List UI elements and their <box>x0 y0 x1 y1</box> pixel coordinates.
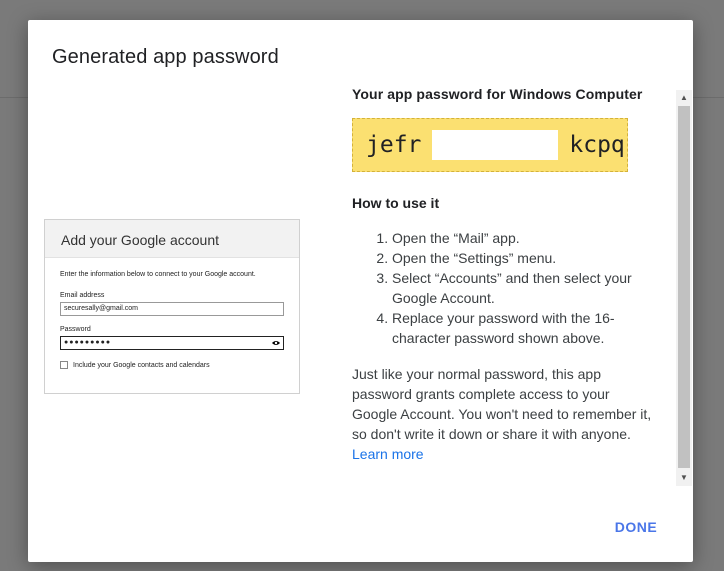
password-start: jefr <box>366 132 422 158</box>
howto-step: Replace your password with the 16-charac… <box>392 308 652 348</box>
preview-checkbox-label: Include your Google contacts and calenda… <box>73 361 210 369</box>
howto-step: Open the “Mail” app. <box>392 228 652 248</box>
app-password-box: jefr kcpq <box>352 118 628 172</box>
howto-step: Select “Accounts” and then select your G… <box>392 268 652 308</box>
security-note: Just like your normal password, this app… <box>352 366 652 442</box>
howto-step: Open the “Settings” menu. <box>392 248 652 268</box>
content-scrollbar[interactable]: ▲ ▼ <box>676 90 692 486</box>
howto-heading: How to use it <box>352 195 440 211</box>
scroll-up-arrow-icon[interactable]: ▲ <box>676 91 692 105</box>
done-button[interactable]: DONE <box>606 516 666 538</box>
preview-email-label: Email address <box>60 292 105 299</box>
preview-password-label: Password <box>60 326 91 333</box>
scrollbar-thumb[interactable] <box>678 106 690 468</box>
password-end: kcpq <box>569 132 625 158</box>
preview-email-value: securesally@gmail.com <box>64 305 139 312</box>
preview-email-field: securesally@gmail.com <box>60 302 284 316</box>
preview-password-field: ●●●●●●●●● <box>60 336 284 350</box>
account-preview-image: Add your Google account Enter the inform… <box>44 219 300 394</box>
preview-password-value: ●●●●●●●●● <box>64 339 112 346</box>
app-password-dialog: Generated app password Add your Google a… <box>28 20 693 562</box>
dialog-title: Generated app password <box>52 46 279 68</box>
scroll-down-arrow-icon[interactable]: ▼ <box>676 471 692 485</box>
learn-more-link[interactable]: Learn more <box>352 444 424 464</box>
preview-contacts-option: Include your Google contacts and calenda… <box>60 361 284 369</box>
preview-checkbox <box>60 361 68 369</box>
instructions-panel: Your app password for Windows Computer j… <box>352 86 652 464</box>
howto-steps: Open the “Mail” app. Open the “Settings”… <box>352 228 652 348</box>
eye-icon <box>272 340 280 346</box>
password-heading: Your app password for Windows Computer <box>352 86 643 102</box>
password-redaction <box>432 130 559 160</box>
preview-description: Enter the information below to connect t… <box>60 271 256 278</box>
preview-header: Add your Google account <box>45 220 299 258</box>
preview-body: Enter the information below to connect t… <box>45 258 299 369</box>
